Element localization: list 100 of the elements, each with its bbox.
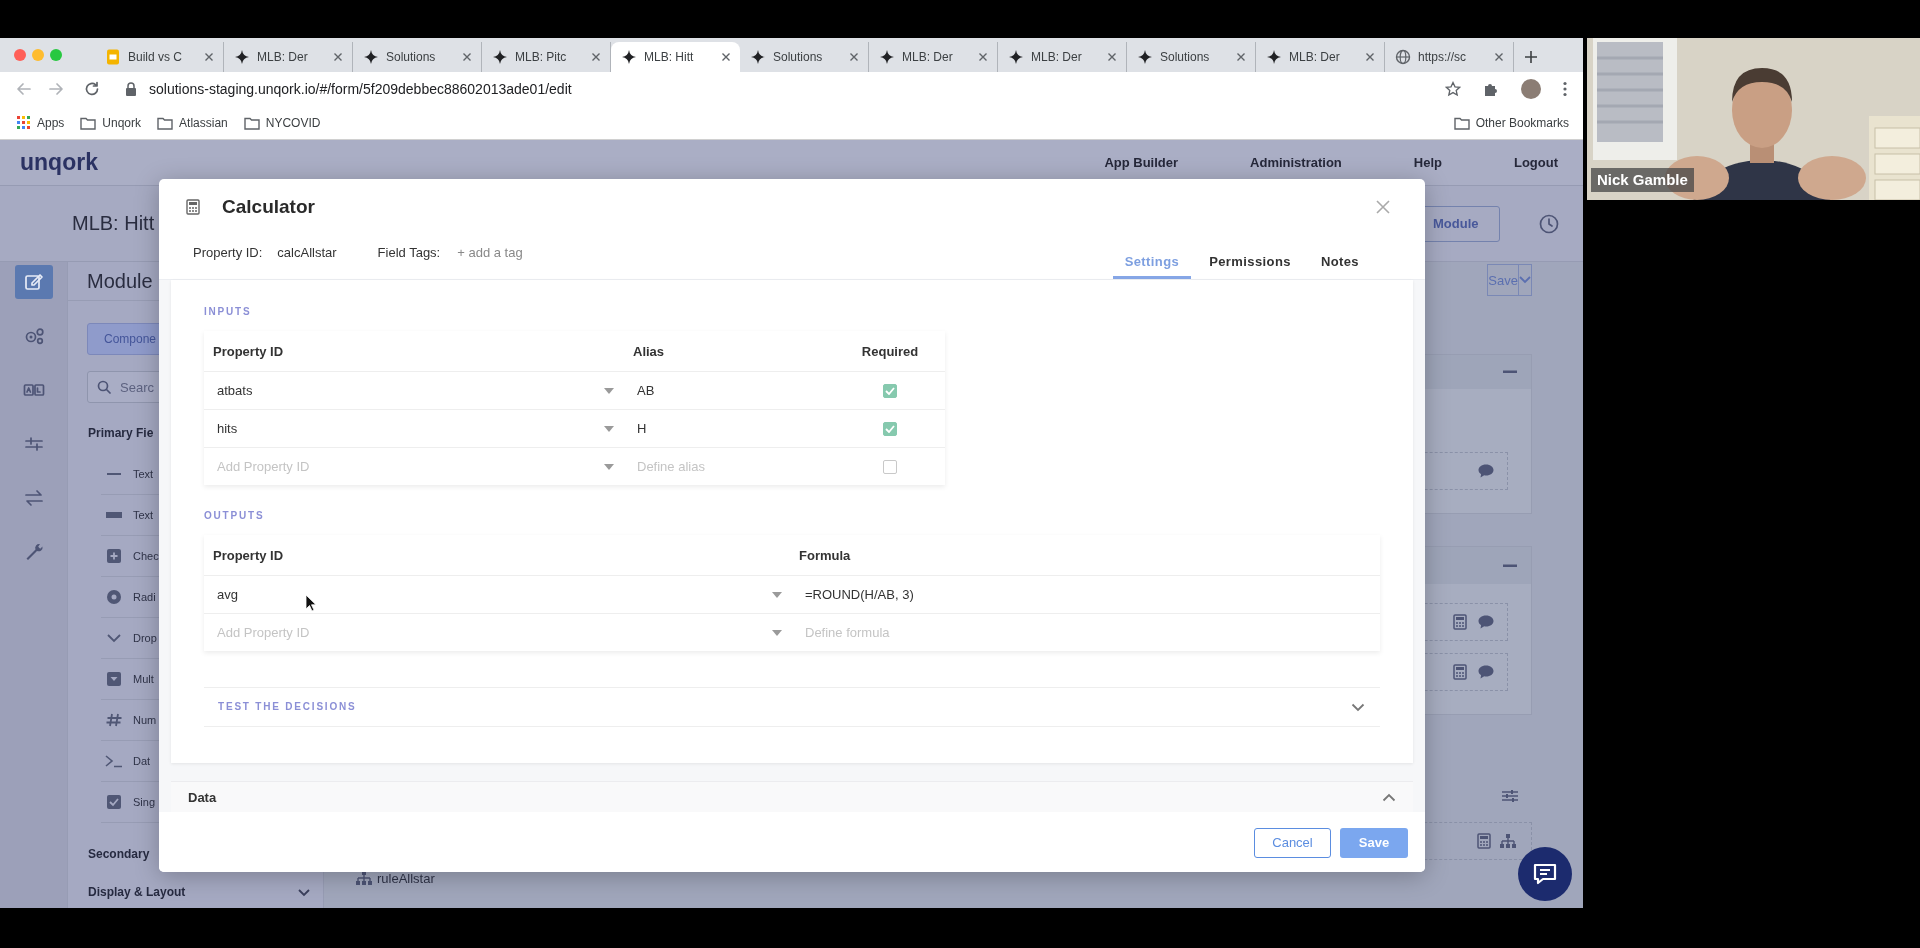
close-icon[interactable] — [1493, 51, 1505, 63]
hash-icon — [105, 713, 123, 727]
checkbox[interactable] — [883, 421, 897, 436]
nav-link[interactable]: App Builder — [1104, 155, 1179, 170]
property-id-select[interactable]: atbats — [204, 372, 624, 409]
close-icon[interactable] — [203, 51, 215, 63]
close-icon[interactable] — [1364, 51, 1376, 63]
close-icon[interactable] — [977, 51, 989, 63]
property-id-value: calcAllstar — [277, 244, 337, 260]
chevron-down-icon[interactable] — [1351, 702, 1365, 712]
dialog-tab[interactable]: Notes — [1308, 235, 1371, 279]
alias-field[interactable]: Define alias — [624, 459, 835, 474]
browser-tab[interactable]: Solutions — [353, 42, 482, 72]
apps-shortcut[interactable]: Apps — [16, 115, 65, 130]
chevron-down-icon — [105, 631, 123, 645]
alias-field[interactable]: AB — [624, 372, 835, 409]
browser-tab[interactable]: Build vs C — [95, 42, 224, 72]
browser-tab[interactable]: MLB: Der — [224, 42, 353, 72]
close-icon[interactable] — [1106, 51, 1118, 63]
browser-tab[interactable]: https://sc — [1385, 42, 1514, 72]
back-arrow-icon[interactable] — [16, 81, 32, 97]
edit-icon[interactable] — [22, 271, 45, 293]
reload-icon[interactable] — [84, 81, 100, 97]
bookmark[interactable]: NYCOVID — [243, 115, 321, 130]
nav-link[interactable]: Administration — [1250, 155, 1342, 170]
section-toggle[interactable]: Display & Layout — [88, 885, 310, 900]
section-label: OUTPUTS — [204, 509, 265, 523]
property-id-field[interactable]: Add Property ID — [204, 625, 772, 640]
sparkle-icon — [363, 49, 379, 65]
address-bar[interactable]: solutions-staging.unqork.io/#/form/5f209debbec88602013ade01/edit — [125, 75, 1445, 103]
checkbox-icon — [105, 795, 123, 809]
formula-field[interactable]: Define formula — [790, 625, 1380, 640]
browser-tab[interactable]: MLB: Hitt — [611, 42, 740, 72]
chevron-down-icon — [1519, 276, 1531, 284]
nav-link[interactable]: Help — [1413, 155, 1442, 170]
sparkle-icon — [1008, 49, 1024, 65]
forward-arrow-icon[interactable] — [48, 81, 64, 97]
browser-tab[interactable]: MLB: Der — [1256, 42, 1385, 72]
checkbox[interactable] — [883, 383, 897, 398]
close-icon[interactable] — [848, 51, 860, 63]
puzzle-icon[interactable] — [1483, 81, 1499, 97]
chat-button[interactable] — [1518, 847, 1572, 901]
checkbox[interactable] — [883, 459, 897, 474]
caret-icon — [604, 425, 614, 432]
field-label: Field Tags: — [377, 244, 441, 260]
close-icon[interactable] — [720, 51, 732, 63]
browser-tab[interactable]: MLB: Der — [869, 42, 998, 72]
sparkle-icon — [879, 49, 895, 65]
bookmark[interactable]: Other Bookmarks — [1453, 115, 1569, 130]
participant-name: Nick Gamble — [1591, 168, 1694, 192]
speech-bubble-icon — [1477, 664, 1495, 680]
close-icon[interactable] — [461, 51, 473, 63]
section-heading: Secondary — [88, 847, 150, 862]
close-icon[interactable] — [1235, 51, 1247, 63]
swap-arrows-icon[interactable] — [22, 487, 45, 509]
bookmark[interactable]: Atlassian — [157, 115, 228, 130]
slides-icon — [105, 49, 121, 65]
close-icon[interactable] — [332, 51, 344, 63]
field-label: Property ID: — [193, 244, 263, 260]
caret-icon — [604, 463, 614, 470]
caret-icon — [772, 591, 782, 598]
column-header: Property ID — [213, 547, 284, 563]
add-tag-link[interactable]: + add a tag — [457, 244, 523, 260]
star-icon[interactable] — [1445, 81, 1461, 97]
logo: unqork — [20, 149, 98, 176]
sparkle-icon — [1137, 49, 1153, 65]
sliders-icon[interactable] — [1501, 788, 1519, 804]
rail-button[interactable] — [14, 265, 53, 299]
dialog-tab[interactable]: Permissions — [1197, 235, 1303, 279]
new-tab-icon[interactable] — [1524, 50, 1538, 64]
bookmark[interactable]: Unqork — [80, 115, 142, 130]
alias-field[interactable]: H — [624, 410, 835, 447]
nav-link[interactable]: Logout — [1513, 155, 1558, 170]
close-icon[interactable] — [590, 51, 602, 63]
component-label: ruleAllstar — [377, 870, 435, 886]
property-id-select[interactable]: hits — [204, 410, 624, 447]
minus-icon[interactable] — [1503, 563, 1517, 568]
folder-icon — [80, 115, 97, 130]
radio-icon — [105, 590, 123, 604]
chevron-up-icon[interactable] — [1382, 792, 1396, 802]
formula-field[interactable]: =ROUND(H/AB, 3) — [790, 576, 1380, 613]
column-header: Required — [861, 343, 919, 359]
window-control[interactable] — [50, 49, 62, 61]
dropdown-box-icon — [105, 672, 123, 686]
browser-tab[interactable]: MLB: Der — [998, 42, 1127, 72]
property-id-select[interactable]: avg — [204, 576, 790, 613]
browser-tab[interactable]: Solutions — [1127, 42, 1256, 72]
lock-icon — [125, 82, 137, 96]
browser-tab[interactable]: Solutions — [740, 42, 869, 72]
folder-icon — [157, 115, 174, 130]
property-id-field[interactable]: Add Property ID — [204, 459, 604, 474]
org-chart-icon — [1499, 833, 1517, 849]
clock-icon[interactable] — [1539, 213, 1559, 234]
message-icon — [1532, 862, 1558, 886]
cursor-icon — [305, 594, 317, 612]
menu-dots-icon[interactable] — [1563, 81, 1567, 97]
minus-icon[interactable] — [1503, 370, 1517, 374]
dropdown-button[interactable] — [1519, 264, 1532, 296]
avatar-icon[interactable] — [1521, 79, 1541, 99]
window-control[interactable] — [14, 49, 26, 61]
